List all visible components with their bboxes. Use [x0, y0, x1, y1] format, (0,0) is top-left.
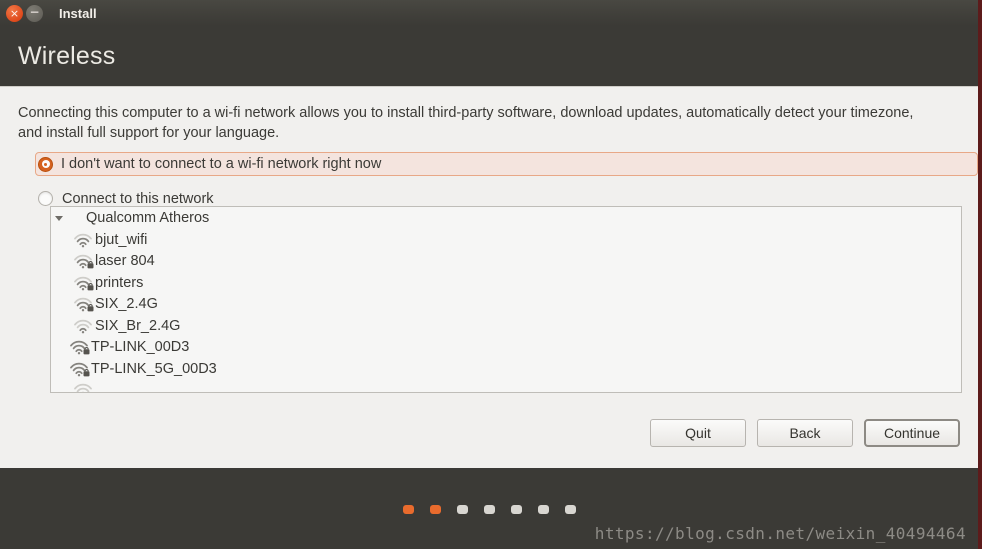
network-list-item[interactable]: laser 804 — [51, 251, 961, 273]
network-rows: bjut_wifi laser 804 printers SIX_2.4G SI… — [51, 229, 961, 392]
network-name: TP-LINK_00D3 — [91, 339, 190, 356]
radio-option-no-connect[interactable]: I don't want to connect to a wi-fi netwo… — [35, 152, 978, 176]
intro-text: Connecting this computer to a wi-fi netw… — [18, 105, 914, 141]
network-list-item[interactable]: TP-LINK_00D3 — [51, 337, 961, 359]
page-title: Wireless — [18, 41, 116, 70]
close-button[interactable]: × — [6, 4, 23, 22]
window-title: Install — [59, 5, 97, 21]
network-list-item[interactable] — [51, 380, 961, 392]
network-list[interactable]: Qualcomm Atheros bjut_wifi laser 804 pri… — [50, 206, 962, 393]
minimize-icon: − — [29, 4, 40, 19]
progress-dot — [483, 505, 495, 514]
wifi-signal-icon — [73, 318, 95, 334]
network-name: laser 804 — [95, 253, 155, 270]
close-icon: × — [9, 6, 20, 20]
network-name: SIX_Br_2.4G — [95, 317, 181, 334]
network-name: bjut_wifi — [95, 231, 148, 248]
network-list-item[interactable]: bjut_wifi — [51, 229, 961, 251]
continue-button[interactable]: Continue — [864, 419, 960, 447]
chevron-down-icon[interactable] — [55, 215, 63, 221]
page-heading-bar: Wireless — [0, 26, 978, 86]
network-name: TP-LINK_5G_00D3 — [91, 360, 217, 377]
network-list-item[interactable]: SIX_2.4G — [51, 294, 961, 316]
minimize-button[interactable]: − — [26, 4, 43, 22]
wifi-signal-icon — [73, 296, 95, 312]
back-button[interactable]: Back — [757, 419, 853, 447]
progress-dot — [402, 505, 414, 514]
network-group-label: Qualcomm Atheros — [86, 210, 210, 226]
network-name: printers — [95, 274, 144, 291]
content-area: Connecting this computer to a wi-fi netw… — [0, 86, 978, 468]
network-name: SIX_2.4G — [95, 296, 158, 313]
progress-dot — [564, 505, 576, 514]
wifi-signal-icon — [73, 382, 95, 392]
network-list-item[interactable]: SIX_Br_2.4G — [51, 315, 961, 337]
wifi-signal-icon — [73, 253, 95, 269]
progress-dot — [510, 505, 522, 514]
titlebar: × − Install — [0, 0, 978, 26]
watermark: https://blog.csdn.net/weixin_40494464 — [594, 524, 966, 543]
button-bar: Quit Back Continue — [0, 419, 978, 447]
network-list-item[interactable]: TP-LINK_5G_00D3 — [51, 358, 961, 380]
wifi-signal-icon — [73, 275, 95, 291]
progress-dot — [537, 505, 549, 514]
install-window: × − Install Wireless Connecting this com… — [0, 0, 982, 549]
wifi-signal-icon — [73, 232, 95, 248]
network-list-item[interactable]: printers — [51, 272, 961, 294]
radio-unselected-icon — [38, 191, 53, 206]
network-group-header[interactable]: Qualcomm Atheros — [51, 207, 961, 229]
progress-dots — [0, 505, 978, 514]
progress-dot — [429, 505, 441, 514]
wifi-signal-icon — [69, 339, 91, 355]
radio-option-no-connect-label: I don't want to connect to a wi-fi netwo… — [61, 156, 382, 172]
radio-selected-icon — [38, 156, 53, 172]
radio-option-connect-label: Connect to this network — [62, 190, 214, 207]
progress-dot — [456, 505, 468, 514]
quit-button[interactable]: Quit — [650, 419, 746, 447]
wifi-signal-icon — [69, 361, 91, 377]
